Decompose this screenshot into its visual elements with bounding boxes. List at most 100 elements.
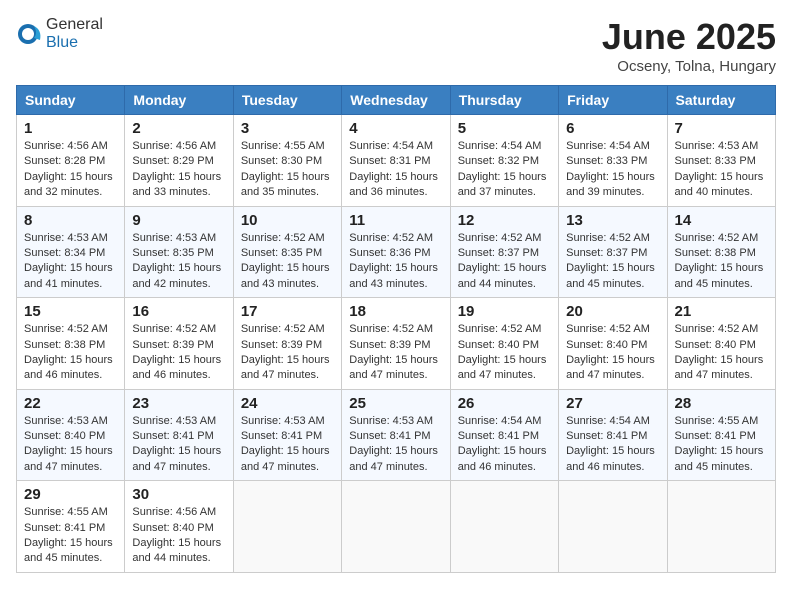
day-info: Sunrise: 4:53 AMSunset: 8:35 PMDaylight:… (132, 231, 225, 293)
day-info: Sunrise: 4:52 AMSunset: 8:40 PMDaylight:… (566, 322, 659, 384)
dow-monday: Monday (125, 86, 233, 115)
day-info: Sunrise: 4:52 AMSunset: 8:39 PMDaylight:… (241, 322, 334, 384)
day-number: 17 (241, 303, 334, 320)
day-cell: 7 Sunrise: 4:53 AMSunset: 8:33 PMDaylight… (667, 115, 775, 207)
logo: General Blue (16, 16, 103, 52)
day-cell: 5 Sunrise: 4:54 AMSunset: 8:32 PMDaylight… (450, 115, 558, 207)
day-number: 4 (349, 120, 442, 137)
day-number: 29 (24, 486, 117, 503)
day-info: Sunrise: 4:54 AMSunset: 8:32 PMDaylight:… (458, 139, 551, 201)
day-cell: 2 Sunrise: 4:56 AMSunset: 8:29 PMDaylight… (125, 115, 233, 207)
day-number: 7 (675, 120, 768, 137)
day-cell: 20 Sunrise: 4:52 AMSunset: 8:40 PMDayligh… (559, 298, 667, 390)
day-number: 14 (675, 212, 768, 229)
page-header: General Blue June 2025 Ocseny, Tolna, Hu… (16, 16, 776, 75)
day-info: Sunrise: 4:52 AMSunset: 8:39 PMDaylight:… (132, 322, 225, 384)
day-number: 1 (24, 120, 117, 137)
day-cell: 12 Sunrise: 4:52 AMSunset: 8:37 PMDayligh… (450, 206, 558, 298)
day-cell: 29 Sunrise: 4:55 AMSunset: 8:41 PMDayligh… (17, 481, 125, 573)
day-number: 22 (24, 395, 117, 412)
dow-sunday: Sunday (17, 86, 125, 115)
day-number: 21 (675, 303, 768, 320)
day-info: Sunrise: 4:55 AMSunset: 8:41 PMDaylight:… (24, 505, 117, 567)
logo-general: General (46, 16, 103, 33)
day-info: Sunrise: 4:53 AMSunset: 8:34 PMDaylight:… (24, 231, 117, 293)
day-info: Sunrise: 4:54 AMSunset: 8:41 PMDaylight:… (458, 414, 551, 476)
day-cell: 19 Sunrise: 4:52 AMSunset: 8:40 PMDayligh… (450, 298, 558, 390)
day-number: 28 (675, 395, 768, 412)
day-cell: 25Sunrise: 4:53 AMSunset: 8:41 PMDayligh… (342, 389, 450, 481)
day-cell: 4Sunrise: 4:54 AMSunset: 8:31 PMDaylight… (342, 115, 450, 207)
day-number: 26 (458, 395, 551, 412)
days-of-week-header: SundayMondayTuesdayWednesdayThursdayFrid… (17, 86, 776, 115)
day-info: Sunrise: 4:56 AMSunset: 8:29 PMDaylight:… (132, 139, 225, 201)
day-number: 23 (132, 395, 225, 412)
calendar: SundayMondayTuesdayWednesdayThursdayFrid… (16, 85, 776, 573)
week-row-3: 15Sunrise: 4:52 AMSunset: 8:38 PMDayligh… (17, 298, 776, 390)
calendar-body: 1 Sunrise: 4:56 AMSunset: 8:28 PMDaylight… (17, 115, 776, 573)
dow-saturday: Saturday (667, 86, 775, 115)
day-cell: 14 Sunrise: 4:52 AMSunset: 8:38 PMDayligh… (667, 206, 775, 298)
logo-text: General Blue (46, 16, 103, 52)
day-number: 3 (241, 120, 334, 137)
day-number: 12 (458, 212, 551, 229)
dow-tuesday: Tuesday (233, 86, 341, 115)
day-cell: 26 Sunrise: 4:54 AMSunset: 8:41 PMDayligh… (450, 389, 558, 481)
day-cell: 28Sunrise: 4:55 AMSunset: 8:41 PMDayligh… (667, 389, 775, 481)
day-cell (342, 481, 450, 573)
day-info: Sunrise: 4:52 AMSunset: 8:38 PMDaylight:… (675, 231, 768, 293)
day-info: Sunrise: 4:52 AMSunset: 8:38 PMDaylight:… (24, 322, 117, 384)
day-number: 20 (566, 303, 659, 320)
day-number: 18 (349, 303, 442, 320)
day-number: 13 (566, 212, 659, 229)
day-cell: 8 Sunrise: 4:53 AMSunset: 8:34 PMDaylight… (17, 206, 125, 298)
location: Ocseny, Tolna, Hungary (602, 58, 776, 75)
day-number: 8 (24, 212, 117, 229)
day-info: Sunrise: 4:53 AMSunset: 8:33 PMDaylight:… (675, 139, 768, 201)
day-cell: 6 Sunrise: 4:54 AMSunset: 8:33 PMDaylight… (559, 115, 667, 207)
day-info: Sunrise: 4:52 AMSunset: 8:35 PMDaylight:… (241, 231, 334, 293)
day-info: Sunrise: 4:56 AMSunset: 8:28 PMDaylight:… (24, 139, 117, 201)
day-cell: 15Sunrise: 4:52 AMSunset: 8:38 PMDayligh… (17, 298, 125, 390)
day-info: Sunrise: 4:52 AMSunset: 8:39 PMDaylight:… (349, 322, 442, 384)
day-number: 27 (566, 395, 659, 412)
day-cell: 23 Sunrise: 4:53 AMSunset: 8:41 PMDayligh… (125, 389, 233, 481)
day-info: Sunrise: 4:52 AMSunset: 8:36 PMDaylight:… (349, 231, 442, 293)
day-cell (233, 481, 341, 573)
week-row-4: 22 Sunrise: 4:53 AMSunset: 8:40 PMDayligh… (17, 389, 776, 481)
day-info: Sunrise: 4:52 AMSunset: 8:37 PMDaylight:… (458, 231, 551, 293)
day-info: Sunrise: 4:54 AMSunset: 8:33 PMDaylight:… (566, 139, 659, 201)
day-number: 19 (458, 303, 551, 320)
day-info: Sunrise: 4:55 AMSunset: 8:30 PMDaylight:… (241, 139, 334, 201)
day-cell: 24Sunrise: 4:53 AMSunset: 8:41 PMDayligh… (233, 389, 341, 481)
day-cell (667, 481, 775, 573)
day-info: Sunrise: 4:52 AMSunset: 8:37 PMDaylight:… (566, 231, 659, 293)
month-title: June 2025 (602, 16, 776, 58)
day-info: Sunrise: 4:52 AMSunset: 8:40 PMDaylight:… (675, 322, 768, 384)
week-row-1: 1 Sunrise: 4:56 AMSunset: 8:28 PMDaylight… (17, 115, 776, 207)
day-info: Sunrise: 4:52 AMSunset: 8:40 PMDaylight:… (458, 322, 551, 384)
day-number: 2 (132, 120, 225, 137)
day-cell (559, 481, 667, 573)
dow-wednesday: Wednesday (342, 86, 450, 115)
day-number: 6 (566, 120, 659, 137)
day-info: Sunrise: 4:53 AMSunset: 8:41 PMDaylight:… (241, 414, 334, 476)
day-info: Sunrise: 4:53 AMSunset: 8:41 PMDaylight:… (349, 414, 442, 476)
day-info: Sunrise: 4:53 AMSunset: 8:41 PMDaylight:… (132, 414, 225, 476)
day-cell: 16Sunrise: 4:52 AMSunset: 8:39 PMDayligh… (125, 298, 233, 390)
day-number: 5 (458, 120, 551, 137)
day-cell: 11 Sunrise: 4:52 AMSunset: 8:36 PMDayligh… (342, 206, 450, 298)
day-cell: 21 Sunrise: 4:52 AMSunset: 8:40 PMDayligh… (667, 298, 775, 390)
day-cell: 3 Sunrise: 4:55 AMSunset: 8:30 PMDaylight… (233, 115, 341, 207)
day-cell: 13 Sunrise: 4:52 AMSunset: 8:37 PMDayligh… (559, 206, 667, 298)
day-number: 10 (241, 212, 334, 229)
week-row-2: 8 Sunrise: 4:53 AMSunset: 8:34 PMDaylight… (17, 206, 776, 298)
day-cell: 10 Sunrise: 4:52 AMSunset: 8:35 PMDayligh… (233, 206, 341, 298)
logo-blue: Blue (46, 34, 78, 51)
day-cell: 17 Sunrise: 4:52 AMSunset: 8:39 PMDayligh… (233, 298, 341, 390)
day-cell (450, 481, 558, 573)
week-row-5: 29 Sunrise: 4:55 AMSunset: 8:41 PMDayligh… (17, 481, 776, 573)
day-info: Sunrise: 4:53 AMSunset: 8:40 PMDaylight:… (24, 414, 117, 476)
day-cell: 30Sunrise: 4:56 AMSunset: 8:40 PMDayligh… (125, 481, 233, 573)
day-number: 11 (349, 212, 442, 229)
